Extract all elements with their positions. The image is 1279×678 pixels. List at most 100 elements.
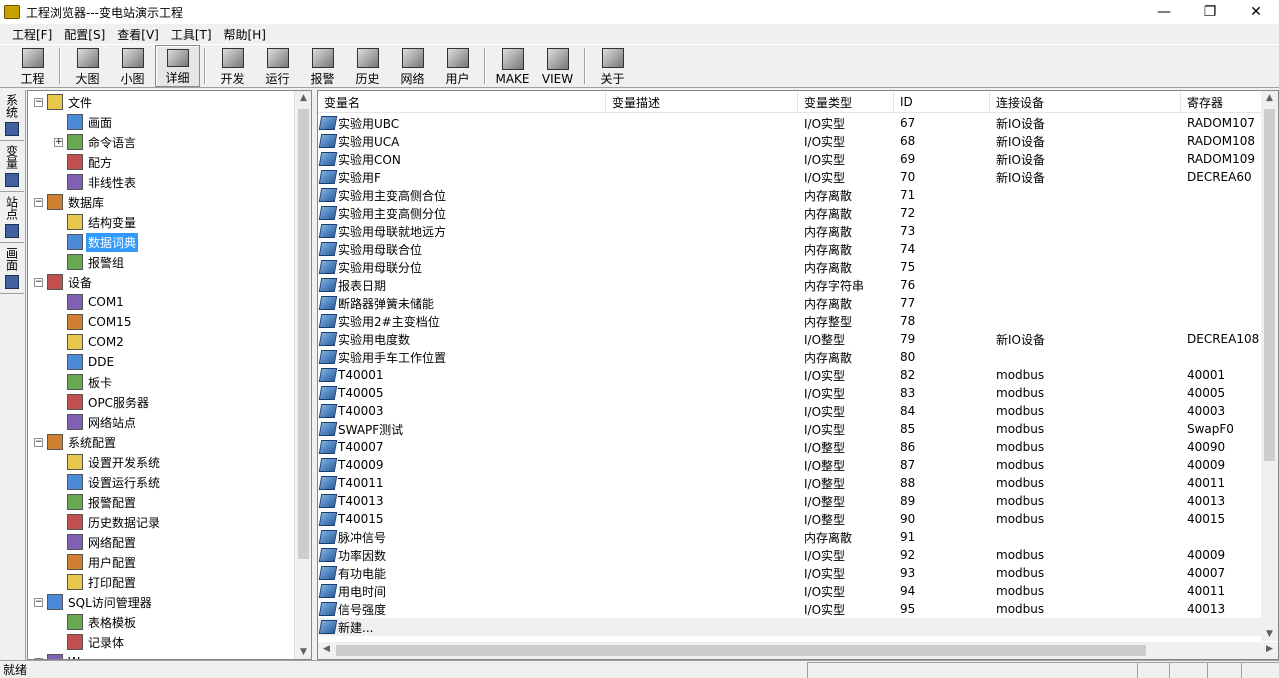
scroll-down-icon[interactable]: ▼ (295, 647, 311, 657)
minimize-button[interactable]: — (1141, 0, 1187, 24)
table-row[interactable]: 信号强度 I/O实型 95 modbus 40013 (318, 600, 1263, 618)
table-row[interactable]: 实验用CON I/O实型 69 新IO设备 RADOM109 (318, 150, 1263, 168)
tree-item[interactable]: +W... (34, 652, 92, 659)
tree-item[interactable]: 设置运行系统 (54, 472, 162, 492)
tree-item[interactable]: 配方 (54, 152, 114, 172)
toolbar-button[interactable]: 大图 (65, 45, 110, 87)
collapse-icon[interactable]: − (34, 597, 43, 607)
tree-item[interactable]: − 设备 (34, 272, 94, 292)
tree-item[interactable]: DDE (54, 352, 116, 372)
menu-view[interactable]: 查看[V] (111, 26, 165, 43)
table-row[interactable]: T40001 I/O实型 82 modbus 40001 (318, 366, 1263, 384)
table-row[interactable]: T40011 I/O整型 88 modbus 40011 (318, 474, 1263, 492)
table-row[interactable]: 实验用主变高侧分位 内存离散 72 (318, 204, 1263, 222)
tree-item[interactable]: COM1 (54, 292, 126, 312)
table-row[interactable]: T40015 I/O整型 90 modbus 40015 (318, 510, 1263, 528)
toolbar-button[interactable]: 网络 (390, 45, 435, 87)
tree-item[interactable]: 用户配置 (54, 552, 138, 572)
toolbar-button[interactable]: 历史 (345, 45, 390, 87)
close-button[interactable]: ✕ (1233, 0, 1279, 24)
side-tab[interactable]: 画面 (0, 243, 24, 294)
table-row[interactable]: 实验用主变高侧合位 内存离散 71 (318, 186, 1263, 204)
table-row[interactable]: 有功电能 I/O实型 93 modbus 40007 (318, 564, 1263, 582)
tree-item[interactable]: + 命令语言 (54, 132, 138, 152)
tree-item[interactable]: − 数据库 (34, 192, 106, 212)
tree-item[interactable]: COM2 (54, 332, 126, 352)
column-header[interactable]: 变量描述 (606, 91, 798, 113)
side-tab[interactable]: 系统 (0, 90, 24, 141)
toolbar-button[interactable]: MAKE (490, 45, 535, 87)
expand-icon[interactable]: + (54, 137, 63, 147)
table-row[interactable]: SWAPF测试 I/O实型 85 modbus SwapF0 (318, 420, 1263, 438)
table-horizontal-scrollbar[interactable]: ◀ ▶ (318, 642, 1278, 659)
tree-item[interactable]: 表格模板 (54, 612, 138, 632)
tree-item[interactable]: 报警组 (54, 252, 126, 272)
table-vertical-scrollbar[interactable]: ▲ ▼ (1261, 91, 1278, 641)
table-row[interactable]: 用电时间 I/O实型 94 modbus 40011 (318, 582, 1263, 600)
table-row[interactable]: 实验用电度数 I/O整型 79 新IO设备 DECREA108 (318, 330, 1263, 348)
table-row[interactable]: T40009 I/O整型 87 modbus 40009 (318, 456, 1263, 474)
table-row[interactable]: 报表日期 内存字符串 76 (318, 276, 1263, 294)
maximize-button[interactable]: ❐ (1187, 0, 1233, 24)
tree-item[interactable]: − SQL访问管理器 (34, 592, 154, 612)
column-header[interactable]: 变量类型 (798, 91, 894, 113)
table-row[interactable]: 实验用UCA I/O实型 68 新IO设备 RADOM108 (318, 132, 1263, 150)
menu-config[interactable]: 配置[S] (58, 26, 111, 43)
table-scroll-thumb[interactable] (1264, 109, 1275, 461)
tree-item[interactable]: − 系统配置 (34, 432, 118, 452)
tree-item[interactable]: 历史数据记录 (54, 512, 162, 532)
scroll-up-icon[interactable]: ▲ (295, 93, 311, 103)
tree-item[interactable]: 结构变量 (54, 212, 138, 232)
collapse-icon[interactable]: − (34, 437, 43, 447)
scroll-up-icon[interactable]: ▲ (1261, 93, 1278, 103)
side-tab[interactable]: 站点 (0, 192, 24, 243)
column-header[interactable]: ID (894, 91, 990, 113)
tree-item[interactable]: 数据词典 (54, 232, 139, 252)
tree-item[interactable]: OPC服务器 (54, 392, 151, 412)
tree-item[interactable]: 非线性表 (54, 172, 138, 192)
tree-item[interactable]: 记录体 (54, 632, 126, 652)
table-row[interactable]: 实验用手车工作位置 内存离散 80 (318, 348, 1263, 366)
table-row[interactable]: 实验用UBC I/O实型 67 新IO设备 RADOM107 (318, 114, 1263, 132)
tree-item[interactable]: 板卡 (54, 372, 114, 392)
tree-item[interactable]: 网络配置 (54, 532, 138, 552)
table-hscroll-thumb[interactable] (336, 645, 1146, 656)
table-row[interactable]: 实验用F I/O实型 70 新IO设备 DECREA60 (318, 168, 1263, 186)
tree-item[interactable]: 设置开发系统 (54, 452, 162, 472)
menu-tools[interactable]: 工具[T] (165, 26, 218, 43)
toolbar-button[interactable]: 运行 (255, 45, 300, 87)
toolbar-button[interactable]: 小图 (110, 45, 155, 87)
toolbar-button[interactable]: 用户 (435, 45, 480, 87)
tree-scroll-thumb[interactable] (298, 109, 309, 559)
menu-help[interactable]: 帮助[H] (218, 26, 272, 43)
toolbar-button[interactable]: 关于 (590, 45, 635, 87)
table-row[interactable]: T40005 I/O实型 83 modbus 40005 (318, 384, 1263, 402)
collapse-icon[interactable]: − (34, 197, 43, 207)
collapse-icon[interactable]: − (34, 97, 43, 107)
table-row[interactable]: 实验用母联就地远方 内存离散 73 (318, 222, 1263, 240)
collapse-icon[interactable]: − (34, 277, 43, 287)
tree-item[interactable]: 报警配置 (54, 492, 138, 512)
table-row[interactable]: 功率因数 I/O实型 92 modbus 40009 (318, 546, 1263, 564)
toolbar-button[interactable]: 详细 (155, 45, 200, 87)
table-row[interactable]: T40003 I/O实型 84 modbus 40003 (318, 402, 1263, 420)
scroll-down-icon[interactable]: ▼ (1261, 629, 1278, 639)
column-header[interactable]: 连接设备 (990, 91, 1181, 113)
tree-item[interactable]: − 文件 (34, 92, 94, 112)
column-header[interactable]: 寄存器 (1181, 91, 1263, 113)
table-row[interactable]: 断路器弹簧未储能 内存离散 77 (318, 294, 1263, 312)
tree-item[interactable]: COM15 (54, 312, 133, 332)
toolbar-button[interactable]: 开发 (210, 45, 255, 87)
table-row[interactable]: T40013 I/O整型 89 modbus 40013 (318, 492, 1263, 510)
table-row[interactable]: 实验用2#主变档位 内存整型 78 (318, 312, 1263, 330)
table-row[interactable]: T40007 I/O整型 86 modbus 40090 (318, 438, 1263, 456)
table-row[interactable]: 实验用母联合位 内存离散 74 (318, 240, 1263, 258)
toolbar-button[interactable]: 报警 (300, 45, 345, 87)
table-row[interactable]: 实验用母联分位 内存离散 75 (318, 258, 1263, 276)
toolbar-button[interactable]: VIEW (535, 45, 580, 87)
scroll-left-icon[interactable]: ◀ (318, 644, 335, 654)
toolbar-button[interactable]: 工程 (10, 45, 55, 87)
tree-vertical-scrollbar[interactable]: ▲ ▼ (294, 91, 311, 659)
tree-item[interactable]: 画面 (54, 112, 114, 132)
tree-item[interactable]: 打印配置 (54, 572, 138, 592)
